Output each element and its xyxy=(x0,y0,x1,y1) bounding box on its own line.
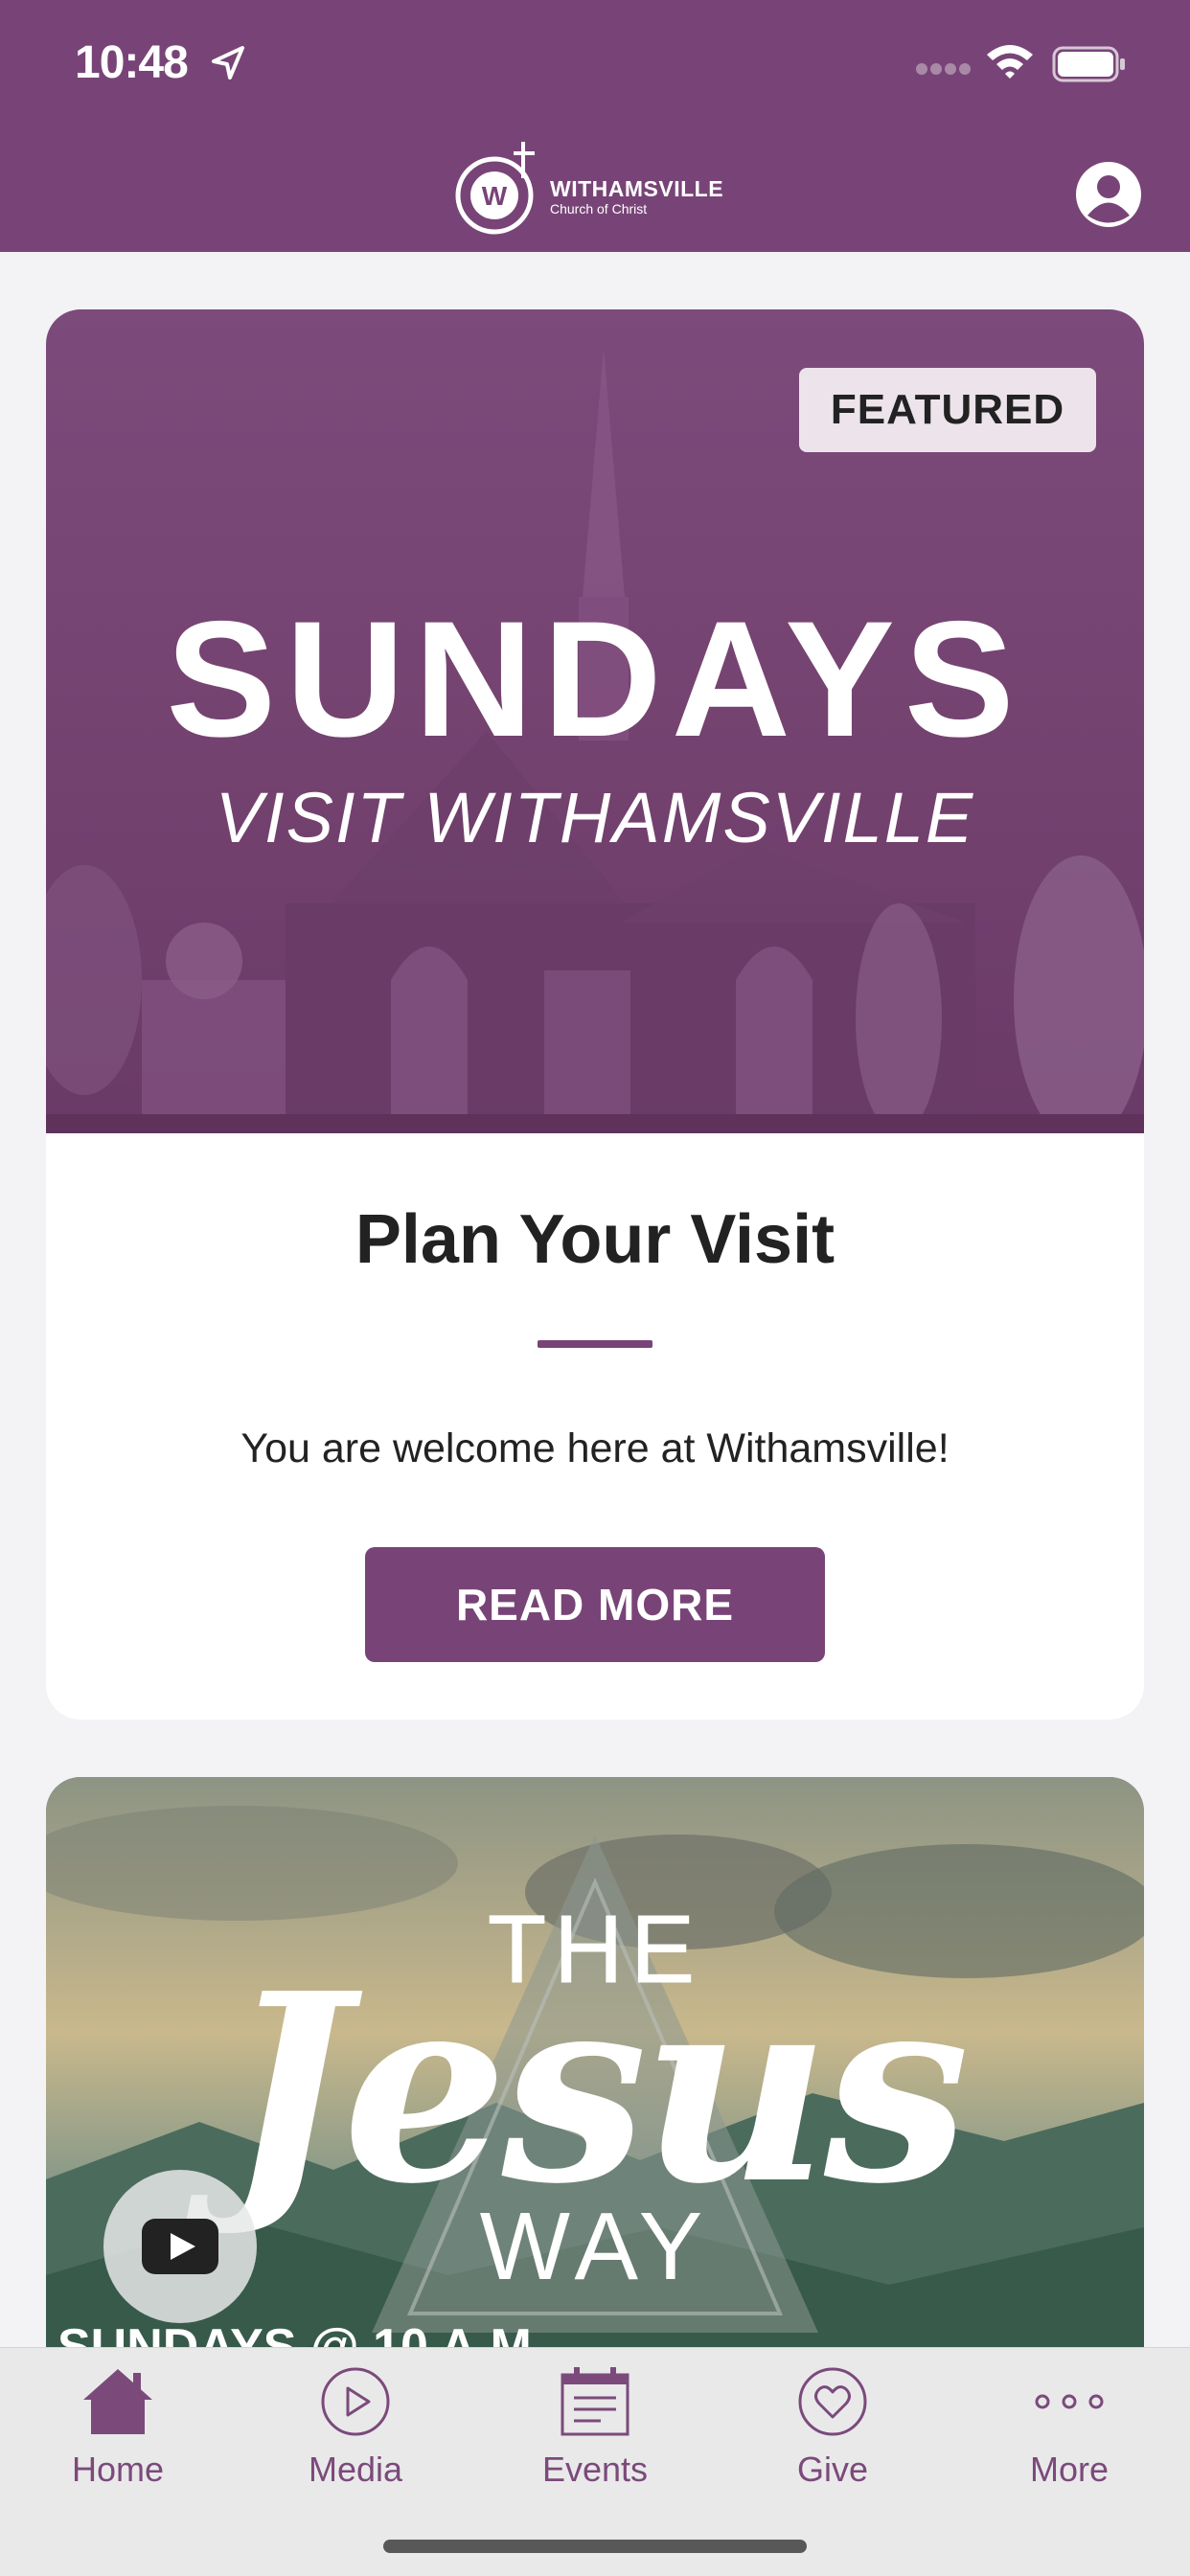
tab-media[interactable]: Media xyxy=(260,2348,451,2501)
logo-name: WITHAMSVILLE xyxy=(550,176,724,201)
tab-give[interactable]: Give xyxy=(737,2348,928,2501)
featured-card[interactable]: FEATURED SUNDAYS VISIT WITHAMSVILLE Plan… xyxy=(46,309,1144,1720)
tab-label: Home xyxy=(71,2450,165,2489)
logo-subtitle: Church of Christ xyxy=(550,201,648,217)
tab-label: Give xyxy=(796,2450,869,2489)
card-title: Plan Your Visit xyxy=(355,1201,835,1278)
tab-label: Media xyxy=(308,2450,403,2489)
card-description: You are welcome here at Withamsville! xyxy=(240,1425,950,1471)
home-indicator[interactable] xyxy=(383,2540,807,2553)
status-time: 10:48 xyxy=(75,37,189,88)
heart-circle-icon xyxy=(798,2367,867,2436)
church-logo[interactable]: W WITHAMSVILLE Church of Christ xyxy=(454,140,732,239)
video-play-button[interactable] xyxy=(103,2170,257,2323)
more-dots-icon xyxy=(1035,2394,1104,2409)
play-circle-icon xyxy=(321,2367,390,2436)
featured-badge: FEATURED xyxy=(799,368,1096,452)
hero-subtitle: VISIT WITHAMSVILLE xyxy=(215,778,975,857)
title-divider xyxy=(538,1340,652,1348)
hero-title: SUNDAYS xyxy=(166,587,1024,771)
tab-label: Events xyxy=(541,2450,649,2489)
read-more-button[interactable]: READ MORE xyxy=(365,1547,825,1662)
tab-home[interactable]: Home xyxy=(22,2348,214,2501)
profile-icon[interactable] xyxy=(1075,161,1142,228)
tab-more[interactable]: More xyxy=(973,2348,1165,2501)
calendar-icon xyxy=(561,2367,629,2436)
wifi-icon xyxy=(987,45,1033,79)
svg-text:W: W xyxy=(482,181,508,211)
cellular-signal-icon xyxy=(916,63,971,75)
home-icon xyxy=(83,2369,152,2434)
tab-label: More xyxy=(1029,2450,1110,2489)
battery-icon xyxy=(1052,46,1125,82)
location-arrow-icon xyxy=(212,46,244,80)
logo-mark-icon: W xyxy=(455,142,535,235)
tab-events[interactable]: Events xyxy=(499,2348,691,2501)
app-header: 10:48 W WITHAMSVILLE Church of Christ xyxy=(0,0,1190,252)
youtube-play-icon xyxy=(142,2219,218,2274)
featured-hero-image: FEATURED SUNDAYS VISIT WITHAMSVILLE xyxy=(46,309,1144,1133)
